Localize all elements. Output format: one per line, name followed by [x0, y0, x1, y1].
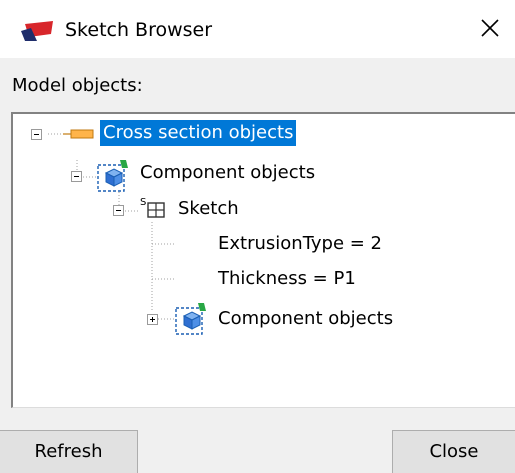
tree-node-thickness[interactable]: Thickness = P1	[218, 266, 356, 292]
model-objects-tree[interactable]	[11, 112, 515, 408]
model-objects-label: Model objects:	[12, 75, 143, 96]
sketch-app-icon	[21, 21, 53, 41]
plus-icon	[150, 317, 155, 322]
window-title: Sketch Browser	[65, 19, 213, 41]
expand-toggle-nested-component-objects[interactable]	[147, 314, 158, 325]
cross-section-icon	[63, 129, 94, 139]
minus-icon	[74, 176, 79, 177]
minus-icon	[34, 134, 39, 135]
title-bar: Sketch Browser	[0, 0, 515, 58]
sketch-icon: S	[140, 197, 165, 218]
component-icon	[175, 303, 206, 335]
svg-text:S: S	[140, 197, 146, 208]
collapse-toggle-sketch[interactable]	[113, 205, 124, 216]
collapse-toggle-component-objects[interactable]	[71, 171, 82, 182]
close-icon[interactable]	[478, 16, 502, 40]
close-button[interactable]: Close	[392, 430, 515, 473]
tree-node-extrusion-type[interactable]: ExtrusionType = 2	[218, 231, 382, 257]
component-icon	[97, 160, 128, 192]
tree-node-cross-section-objects[interactable]: Cross section objects	[100, 120, 297, 146]
tree-node-nested-component-objects[interactable]: Component objects	[218, 306, 393, 332]
tree-node-component-objects[interactable]: Component objects	[140, 160, 315, 186]
refresh-button[interactable]: Refresh	[0, 430, 138, 473]
tree-node-sketch[interactable]: Sketch	[178, 196, 239, 222]
minus-icon	[116, 210, 121, 211]
collapse-toggle-cross-section[interactable]	[31, 129, 42, 140]
